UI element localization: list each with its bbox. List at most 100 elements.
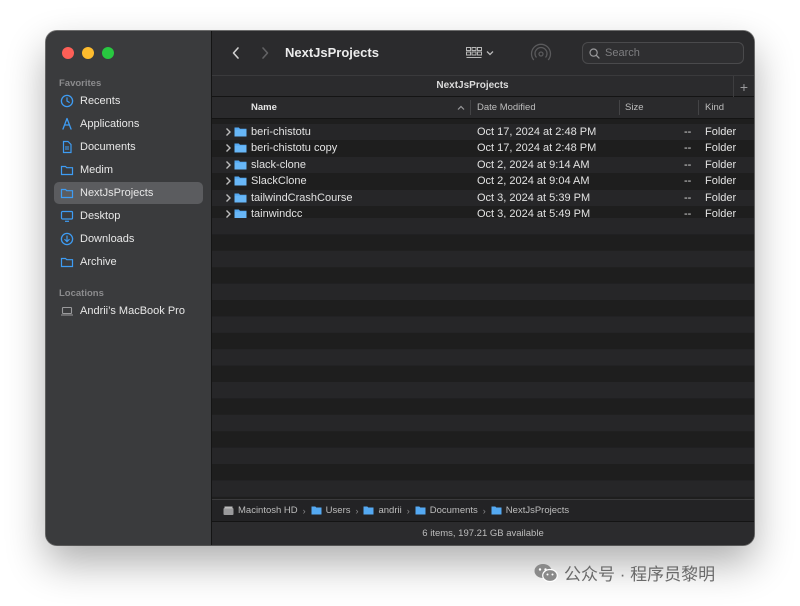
back-button[interactable]: [226, 43, 246, 63]
document-icon: [60, 140, 74, 154]
table-row[interactable]: beri-chistotu copy Oct 17, 2024 at 2:48 …: [212, 140, 754, 156]
minimize-button[interactable]: [82, 47, 94, 59]
window-controls: [62, 47, 114, 59]
disclosure-chevron-icon[interactable]: [224, 127, 232, 137]
view-options-button[interactable]: [466, 43, 494, 63]
toolbar: NextJsProjects: [212, 31, 754, 75]
sidebar-item-label: Desktop: [80, 210, 121, 222]
empty-row-stripes: [212, 218, 754, 497]
tab-nextjsprojects[interactable]: NextJsProjects: [212, 80, 733, 91]
close-button[interactable]: [62, 47, 74, 59]
window-title: NextJsProjects: [285, 45, 379, 60]
folder-icon: [234, 127, 247, 137]
wechat-icon: [534, 563, 558, 582]
file-size: --: [684, 142, 692, 155]
sort-ascending-icon: [457, 105, 465, 110]
folder-icon: [60, 163, 74, 177]
sidebar-item-label: Archive: [80, 256, 117, 268]
table-row[interactable]: slack-clone Oct 2, 2024 at 9:14 AM -- Fo…: [212, 156, 754, 174]
status-bar: 6 items, 197.21 GB available: [212, 521, 754, 545]
chevron-right-icon: ›: [355, 505, 359, 516]
laptop-icon: [60, 304, 74, 318]
grid-view-icon: [466, 47, 482, 58]
search-icon: [589, 47, 600, 59]
folder-icon: [234, 160, 247, 170]
folder-icon: [234, 143, 247, 153]
file-name: tailwindCrashCourse: [251, 191, 353, 204]
disclosure-chevron-icon[interactable]: [224, 193, 232, 203]
file-date: Oct 2, 2024 at 9:04 AM: [477, 175, 590, 188]
finder-window: Favorites Recents Applications Documents…: [46, 31, 754, 545]
disclosure-chevron-icon[interactable]: [224, 176, 232, 186]
column-header-size[interactable]: Size: [625, 102, 643, 113]
clock-icon: [60, 94, 74, 108]
file-date: Oct 3, 2024 at 5:39 PM: [477, 191, 591, 204]
column-header-name[interactable]: Name: [251, 102, 277, 113]
chevron-right-icon: [262, 47, 269, 59]
path-item-documents[interactable]: Documents: [415, 505, 478, 516]
folder-icon: [491, 506, 502, 515]
file-kind: Folder: [705, 175, 737, 188]
watermark: 公众号 · 程序员黎明: [534, 560, 715, 585]
file-size: --: [684, 158, 692, 171]
table-row[interactable]: tailwindCrashCourse Oct 3, 2024 at 5:39 …: [212, 189, 754, 206]
table-row[interactable]: SlackClone Oct 2, 2024 at 9:04 AM -- Fol…: [212, 173, 754, 189]
main-pane: NextJsProjects Search NextJsProjects + N…: [212, 31, 754, 545]
sidebar-item-recents[interactable]: Recents: [54, 90, 203, 112]
file-name: slack-clone: [251, 158, 307, 171]
airdrop-icon: [530, 43, 552, 61]
file-date: Oct 17, 2024 at 2:48 PM: [477, 142, 597, 155]
file-list: beri-chistotu Oct 17, 2024 at 2:48 PM --…: [212, 119, 754, 499]
folder-icon: [234, 193, 247, 203]
new-tab-button[interactable]: +: [733, 76, 754, 97]
favorites-section-title: Favorites: [59, 78, 102, 89]
column-header-date-modified[interactable]: Date Modified: [477, 102, 536, 113]
search-field[interactable]: [582, 42, 744, 64]
search-input[interactable]: [605, 47, 735, 59]
chevron-down-icon: [486, 51, 494, 56]
forward-button[interactable]: [255, 43, 275, 63]
sidebar-item-medim[interactable]: Medim: [54, 159, 203, 181]
sidebar-item-label: Andrii’s MacBook Pro: [80, 305, 185, 317]
sidebar-item-nextjsprojects[interactable]: NextJsProjects: [54, 182, 203, 204]
sidebar-item-label: Applications: [80, 118, 140, 130]
table-row[interactable]: beri-chistotu Oct 17, 2024 at 2:48 PM --…: [212, 124, 754, 141]
zoom-button[interactable]: [102, 47, 114, 59]
disclosure-chevron-icon[interactable]: [224, 143, 232, 153]
file-name: SlackClone: [251, 175, 307, 188]
file-name: beri-chistotu: [251, 126, 311, 138]
sidebar-item-downloads[interactable]: Downloads: [54, 228, 203, 250]
chevron-left-icon: [232, 47, 239, 59]
sidebar-item-documents[interactable]: Documents: [54, 136, 203, 158]
applications-icon: [60, 117, 74, 131]
path-item-nextjsprojects[interactable]: NextJsProjects: [491, 505, 569, 516]
disclosure-chevron-icon[interactable]: [224, 160, 232, 170]
folder-icon: [311, 506, 322, 515]
sidebar-item-desktop[interactable]: Desktop: [54, 205, 203, 227]
sidebar-item-label: Downloads: [80, 233, 135, 245]
path-item-andrii[interactable]: andrii: [363, 505, 402, 516]
sidebar-item-label: Documents: [80, 141, 136, 153]
sidebar-item-macbook[interactable]: Andrii’s MacBook Pro: [54, 300, 203, 322]
sidebar-item-label: NextJsProjects: [80, 187, 154, 199]
column-header-kind[interactable]: Kind: [705, 102, 724, 113]
tab-bar: NextJsProjects +: [212, 75, 754, 97]
file-size: --: [684, 191, 692, 204]
hard-drive-icon: [223, 506, 234, 515]
file-date: Oct 17, 2024 at 2:48 PM: [477, 126, 597, 138]
path-item-users[interactable]: Users: [311, 505, 350, 516]
file-size: --: [684, 126, 692, 138]
sidebar-item-archive[interactable]: Archive: [54, 251, 203, 273]
watermark-text: 公众号 · 程序员黎明: [564, 565, 716, 584]
file-size: --: [684, 175, 692, 188]
airdrop-button[interactable]: [530, 42, 552, 64]
plus-icon: +: [739, 78, 749, 95]
locations-section-title: Locations: [59, 288, 104, 299]
chevron-right-icon: ›: [482, 505, 486, 516]
path-item-macintosh-hd[interactable]: Macintosh HD: [223, 505, 298, 516]
sidebar-item-applications[interactable]: Applications: [54, 113, 203, 135]
desktop-icon: [60, 209, 74, 223]
column-headers: Name Date Modified Size Kind: [212, 97, 754, 119]
file-kind: Folder: [705, 158, 737, 171]
folder-icon: [415, 506, 426, 515]
